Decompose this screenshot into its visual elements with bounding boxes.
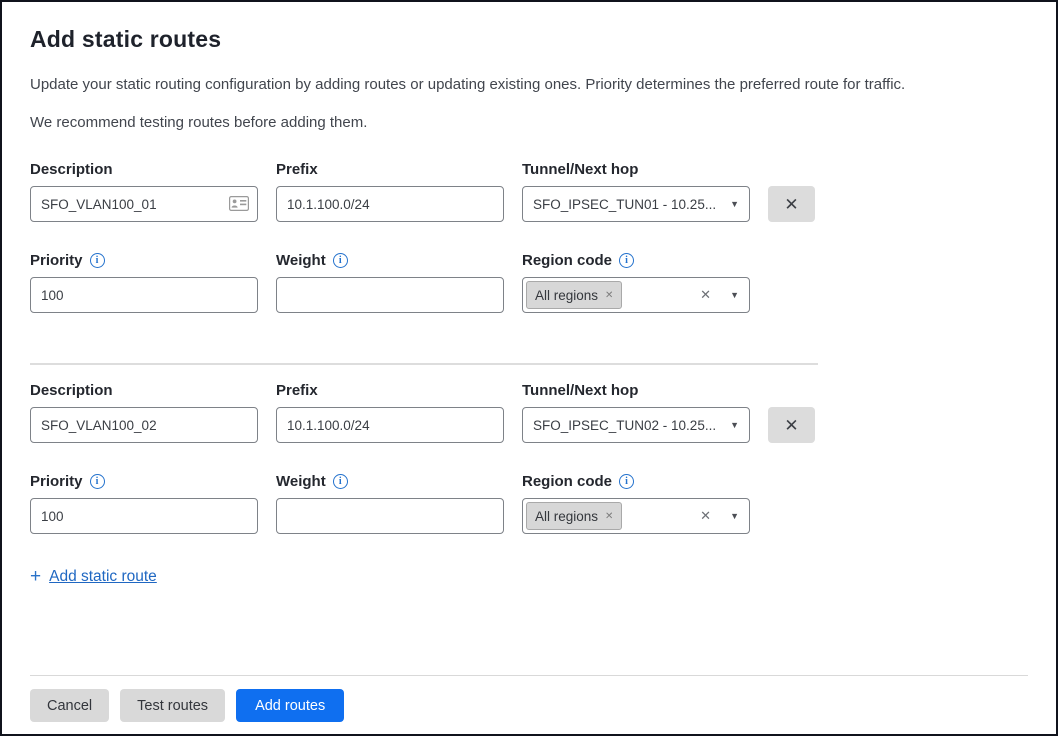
priority-field-group: Priority i: [30, 473, 258, 534]
add-routes-button[interactable]: Add routes: [236, 689, 344, 722]
add-static-route-row: + Add static route: [30, 567, 1028, 586]
description-label: Description: [30, 382, 258, 399]
remove-route-button[interactable]: ✕: [768, 407, 815, 443]
description-field-group: Description: [30, 382, 258, 443]
chevron-down-icon: ▼: [730, 199, 739, 209]
info-icon[interactable]: i: [333, 253, 348, 268]
region-tag: All regions ✕: [526, 281, 622, 309]
add-static-route-link[interactable]: Add static route: [49, 568, 157, 586]
prefix-label-text: Prefix: [276, 161, 318, 178]
description-input[interactable]: [30, 186, 258, 222]
tunnel-select-value: SFO_IPSEC_TUN01 - 10.25...: [533, 197, 716, 212]
weight-label-text: Weight: [276, 473, 326, 490]
prefix-field-group: Prefix: [276, 382, 504, 443]
region-tag: All regions ✕: [526, 502, 622, 530]
tunnel-label-text: Tunnel/Next hop: [522, 161, 638, 178]
footer: Cancel Test routes Add routes: [30, 675, 1028, 722]
remove-route-button[interactable]: ✕: [768, 186, 815, 222]
plus-icon: +: [30, 567, 41, 586]
tunnel-select[interactable]: SFO_IPSEC_TUN02 - 10.25... ▼: [522, 407, 750, 443]
weight-label: Weight i: [276, 252, 504, 269]
test-routes-button[interactable]: Test routes: [120, 689, 225, 722]
weight-field-group: Weight i: [276, 252, 504, 313]
add-static-routes-panel: Add static routes Update your static rou…: [0, 0, 1058, 736]
footer-divider: [30, 675, 1028, 676]
info-icon[interactable]: i: [333, 474, 348, 489]
priority-input[interactable]: [30, 498, 258, 534]
description-label-text: Description: [30, 161, 113, 178]
region-code-field-group: Region code i All regions ✕ ✕ ▼: [522, 473, 750, 534]
region-tag-label: All regions: [535, 509, 598, 524]
region-tag-label: All regions: [535, 288, 598, 303]
weight-input[interactable]: [276, 498, 504, 534]
weight-input[interactable]: [276, 277, 504, 313]
region-code-label-text: Region code: [522, 252, 612, 269]
prefix-label-text: Prefix: [276, 382, 318, 399]
priority-label-text: Priority: [30, 252, 83, 269]
priority-label: Priority i: [30, 252, 258, 269]
route-entry-1: Description Prefix: [30, 161, 1028, 313]
region-code-field-group: Region code i All regions ✕ ✕ ▼: [522, 252, 750, 313]
chevron-down-icon: ▼: [730, 420, 739, 430]
recommendation-text: We recommend testing routes before addin…: [30, 114, 1028, 131]
description-label-text: Description: [30, 382, 113, 399]
description-label: Description: [30, 161, 258, 178]
clear-selection-icon[interactable]: ✕: [700, 508, 711, 524]
chevron-down-icon: ▼: [730, 290, 739, 300]
description-field-group: Description: [30, 161, 258, 222]
description-input[interactable]: [30, 407, 258, 443]
intro-text: Update your static routing configuration…: [30, 76, 1028, 93]
tunnel-select-value: SFO_IPSEC_TUN02 - 10.25...: [533, 418, 716, 433]
weight-field-group: Weight i: [276, 473, 504, 534]
prefix-label: Prefix: [276, 382, 504, 399]
tunnel-label: Tunnel/Next hop: [522, 161, 750, 178]
prefix-field-group: Prefix: [276, 161, 504, 222]
region-code-select[interactable]: All regions ✕ ✕ ▼: [522, 498, 750, 534]
prefix-label: Prefix: [276, 161, 504, 178]
info-icon[interactable]: i: [619, 253, 634, 268]
weight-label-text: Weight: [276, 252, 326, 269]
tag-remove-icon[interactable]: ✕: [605, 290, 613, 301]
info-icon[interactable]: i: [90, 474, 105, 489]
route-entry-2: Description Prefix Tunnel/Next hop SFO_I…: [30, 382, 1028, 534]
tunnel-label: Tunnel/Next hop: [522, 382, 750, 399]
section-divider: [30, 363, 818, 365]
tunnel-field-group: Tunnel/Next hop SFO_IPSEC_TUN02 - 10.25.…: [522, 382, 750, 443]
region-code-label: Region code i: [522, 473, 750, 490]
priority-field-group: Priority i: [30, 252, 258, 313]
tunnel-label-text: Tunnel/Next hop: [522, 382, 638, 399]
page-title: Add static routes: [30, 26, 1028, 53]
priority-label-text: Priority: [30, 473, 83, 490]
info-icon[interactable]: i: [90, 253, 105, 268]
tunnel-select[interactable]: SFO_IPSEC_TUN01 - 10.25... ▼: [522, 186, 750, 222]
weight-label: Weight i: [276, 473, 504, 490]
tunnel-field-group: Tunnel/Next hop SFO_IPSEC_TUN01 - 10.25.…: [522, 161, 750, 222]
region-code-label-text: Region code: [522, 473, 612, 490]
chevron-down-icon: ▼: [730, 511, 739, 521]
cancel-button[interactable]: Cancel: [30, 689, 109, 722]
info-icon[interactable]: i: [619, 474, 634, 489]
priority-input[interactable]: [30, 277, 258, 313]
region-code-select[interactable]: All regions ✕ ✕ ▼: [522, 277, 750, 313]
tag-remove-icon[interactable]: ✕: [605, 511, 613, 522]
prefix-input[interactable]: [276, 407, 504, 443]
clear-selection-icon[interactable]: ✕: [700, 287, 711, 303]
priority-label: Priority i: [30, 473, 258, 490]
region-code-label: Region code i: [522, 252, 750, 269]
prefix-input[interactable]: [276, 186, 504, 222]
